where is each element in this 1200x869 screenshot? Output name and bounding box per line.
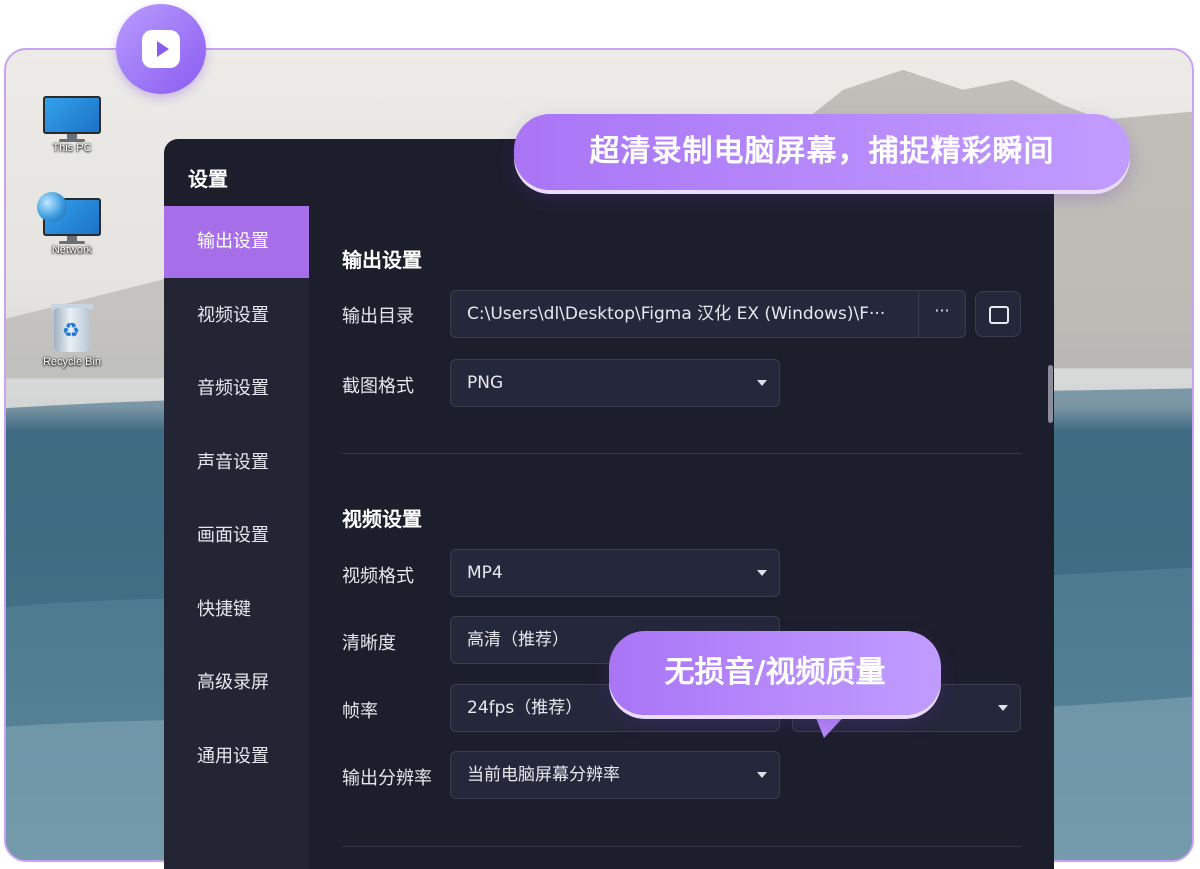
output-dir-value: C:\Users\dl\Desktop\Figma 汉化 EX (Windows… (467, 304, 886, 324)
output-dir-field[interactable]: C:\Users\dl\Desktop\Figma 汉化 EX (Windows… (450, 290, 966, 338)
desktop-icon-this-pc[interactable]: This PC (32, 96, 112, 154)
screenshot-format-value: PNG (467, 373, 504, 393)
video-format-label: 视频格式 (342, 566, 414, 587)
chevron-down-icon (998, 705, 1008, 711)
chevron-down-icon (757, 772, 767, 778)
desktop-icon-recycle-bin[interactable]: ♻ Recycle Bin (32, 302, 112, 368)
computer-icon (43, 96, 101, 142)
clarity-label: 清晰度 (342, 633, 396, 654)
settings-sidebar: 输出设置 视频设置 音频设置 声音设置 画面设置 快捷键 高级录屏 通用设置 (164, 206, 309, 869)
window-title: 设置 (188, 167, 228, 191)
clarity-value: 高清（推荐） (467, 630, 569, 650)
desktop-icon-network[interactable]: Network (32, 192, 112, 256)
browse-more-button[interactable]: ··· (918, 291, 965, 337)
network-icon (37, 192, 101, 244)
chevron-down-icon (757, 570, 767, 576)
settings-window: 设置 输出设置 视频设置 音频设置 声音设置 画面设置 快捷键 高级录屏 通用设… (164, 139, 1054, 869)
resolution-label: 输出分辨率 (342, 768, 432, 789)
sidebar-item-shortcuts[interactable]: 快捷键 (164, 574, 309, 646)
sidebar-item-general[interactable]: 通用设置 (164, 721, 309, 793)
open-folder-button[interactable] (975, 291, 1021, 337)
settings-content: 输出设置 输出目录 C:\Users\dl\Desktop\Figma 汉化 E… (309, 206, 1054, 869)
sidebar-item-output[interactable]: 输出设置 (164, 206, 309, 278)
sidebar-item-sound[interactable]: 声音设置 (164, 427, 309, 499)
sidebar-item-video[interactable]: 视频设置 (164, 280, 309, 352)
chevron-down-icon (757, 380, 767, 386)
section-divider (342, 453, 1022, 454)
output-dir-label: 输出目录 (342, 306, 414, 327)
play-icon (142, 30, 180, 68)
video-section-title: 视频设置 (342, 507, 422, 531)
framerate-label: 帧率 (342, 701, 378, 722)
output-section-title: 输出设置 (342, 248, 422, 272)
screenshot-format-select[interactable]: PNG (450, 359, 780, 407)
content-scrollbar[interactable] (1048, 365, 1053, 423)
video-format-select[interactable]: MP4 (450, 549, 780, 597)
desktop-icon-label: Network (51, 244, 93, 256)
screenshot-format-label: 截图格式 (342, 376, 414, 397)
folder-icon (989, 306, 1009, 324)
recycle-bin-icon: ♻ (50, 302, 94, 352)
sidebar-item-audio[interactable]: 音频设置 (164, 353, 309, 425)
desktop-icon-label: This PC (52, 142, 92, 154)
video-format-value: MP4 (467, 563, 503, 583)
sidebar-item-advanced[interactable]: 高级录屏 (164, 647, 309, 719)
desktop-icon-label: Recycle Bin (42, 356, 102, 368)
framerate-value: 24fps（推荐） (467, 698, 583, 718)
section-divider (342, 846, 1022, 847)
quality-callout: 无损音/视频质量 (609, 631, 941, 715)
sidebar-item-display[interactable]: 画面设置 (164, 500, 309, 572)
app-logo (116, 4, 206, 94)
resolution-value: 当前电脑屏幕分辨率 (467, 765, 620, 785)
resolution-select[interactable]: 当前电脑屏幕分辨率 (450, 751, 780, 799)
headline-callout: 超清录制电脑屏幕，捕捉精彩瞬间 (514, 114, 1130, 190)
